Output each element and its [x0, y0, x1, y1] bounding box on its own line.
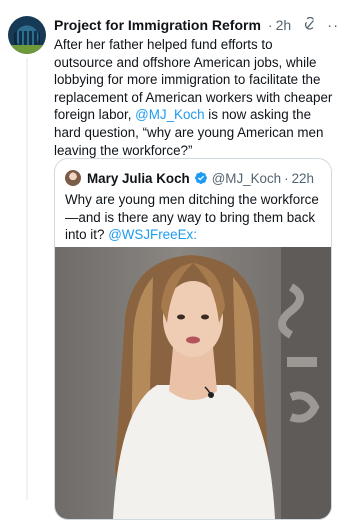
quote-author-name[interactable]: Mary Julia Koch [87, 171, 190, 186]
quote-text: Why are young men ditching the workforce… [65, 191, 323, 244]
author-name[interactable]: Project for Immigration Reform [54, 17, 261, 33]
separator-dot: · [267, 17, 273, 33]
author-avatar[interactable] [8, 16, 46, 54]
quote-mention-link[interactable]: @WSJFreeEx: [108, 227, 197, 242]
quote-video-thumbnail[interactable] [55, 247, 331, 519]
tweet-header: Project for Immigration Reform · 2h ··· [54, 16, 338, 34]
thread-line [26, 58, 28, 500]
separator-dot: · [284, 170, 289, 186]
video-frame-illustration [113, 247, 331, 519]
tweet-text: After her father helped fund efforts to … [54, 36, 334, 159]
quote-author-handle[interactable]: @MJ_Koch [212, 171, 281, 186]
quote-time[interactable]: 22h [292, 171, 314, 186]
verified-badge-icon [194, 172, 207, 184]
tweet-time[interactable]: 2h [276, 17, 292, 33]
quoted-tweet-card[interactable]: Mary Julia Koch @MJ_Koch · 22h Why are y… [54, 158, 332, 520]
tweet-mention-link[interactable]: @MJ_Koch [135, 107, 204, 122]
avatar-silhouettes [14, 31, 40, 45]
quote-author-avatar[interactable] [65, 170, 81, 186]
grok-icon[interactable] [303, 16, 317, 33]
avatar-field [8, 45, 46, 54]
more-options-icon[interactable]: ··· [327, 18, 338, 33]
quote-header: Mary Julia Koch @MJ_Koch · 22h [65, 169, 325, 187]
